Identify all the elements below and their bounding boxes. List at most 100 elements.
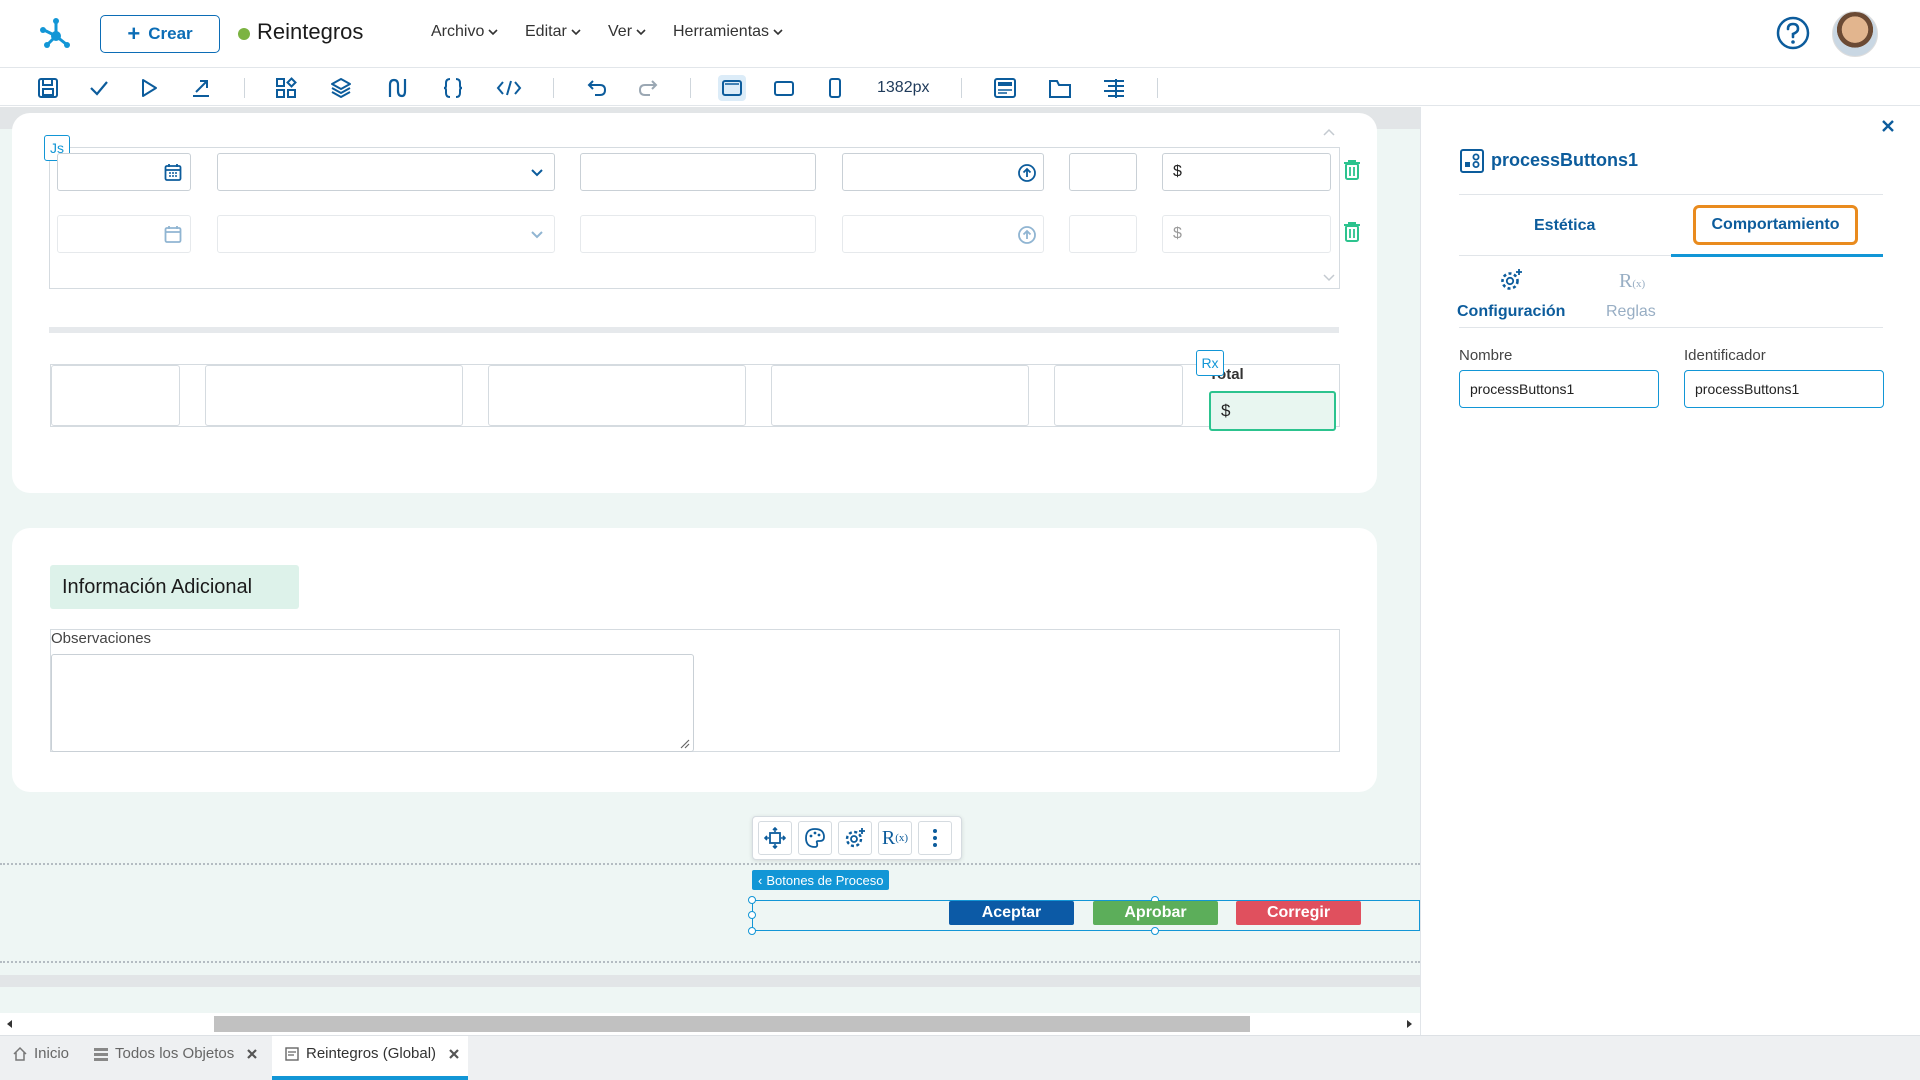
menu-editar[interactable]: Editar — [525, 23, 581, 41]
tab-inicio[interactable]: Inicio — [12, 1045, 69, 1062]
currency-input[interactable]: $ — [1162, 215, 1331, 253]
tab-estetica[interactable]: Estética — [1534, 217, 1595, 235]
export-icon[interactable] — [187, 75, 215, 101]
calendar-icon[interactable] — [164, 163, 182, 182]
scrollbar-thumb[interactable] — [214, 1016, 1250, 1032]
toolbar-divider — [690, 78, 691, 98]
resize-handle[interactable] — [748, 927, 756, 935]
redo-icon[interactable] — [634, 75, 662, 101]
section-title: Información Adicional — [50, 565, 299, 609]
menu-herramientas[interactable]: Herramientas — [673, 23, 783, 41]
subtab-reglas[interactable]: Reglas — [1606, 303, 1656, 321]
create-button[interactable]: + Crear — [100, 15, 220, 53]
resize-handle[interactable] — [748, 911, 756, 919]
canvas-bottom-strip — [0, 975, 1420, 987]
chevron-down-icon — [636, 28, 646, 35]
tab-reintegros-global-label[interactable]: Reintegros (Global) — [284, 1045, 460, 1062]
save-icon[interactable] — [34, 75, 62, 101]
trash-icon[interactable] — [1342, 159, 1362, 181]
panel-title: processButtons1 — [1491, 150, 1639, 170]
undo-icon[interactable] — [583, 75, 611, 101]
close-icon[interactable] — [246, 1048, 258, 1060]
gear-icon[interactable] — [1498, 267, 1524, 293]
tab-todos-los-objetos[interactable]: Todos los Objetos — [93, 1045, 258, 1062]
chevron-down-icon — [531, 231, 543, 239]
currency-input[interactable]: $ — [1162, 153, 1331, 191]
date-input[interactable] — [57, 215, 191, 253]
chevron-up-icon[interactable] — [1322, 127, 1336, 137]
upload-input[interactable] — [842, 153, 1044, 191]
trash-icon[interactable] — [1342, 221, 1362, 243]
text-input[interactable] — [580, 215, 816, 253]
toolbar-divider — [553, 78, 554, 98]
total-cell — [205, 365, 463, 426]
subtab-configuracion[interactable]: Configuración — [1457, 303, 1565, 321]
rules-icon[interactable]: R(x) — [878, 821, 912, 855]
tabs-icon[interactable] — [1046, 75, 1074, 101]
resize-handle[interactable] — [1151, 927, 1159, 935]
chevron-down-icon — [773, 28, 783, 35]
tablet-view-icon[interactable] — [770, 75, 798, 101]
upload-input[interactable] — [842, 215, 1044, 253]
date-input[interactable] — [57, 153, 191, 191]
widgets-icon[interactable] — [272, 75, 300, 101]
close-icon[interactable] — [448, 1048, 460, 1060]
total-currency-input[interactable]: $ — [1209, 391, 1336, 431]
total-cell — [488, 365, 746, 426]
avatar[interactable] — [1832, 11, 1878, 57]
process-buttons-tag[interactable]: ‹ Botones de Proceso — [752, 870, 890, 890]
corregir-button[interactable]: Corregir — [1236, 901, 1361, 925]
menu-ver[interactable]: Ver — [608, 23, 646, 41]
resize-handle-icon[interactable] — [680, 739, 690, 749]
code-icon[interactable] — [495, 75, 523, 101]
question-circle-icon[interactable] — [1776, 16, 1810, 50]
align-icon[interactable] — [1100, 75, 1128, 101]
header-icon[interactable] — [991, 75, 1019, 101]
panel-divider — [1459, 194, 1883, 195]
nombre-input[interactable]: processButtons1 — [1459, 370, 1659, 408]
identificador-label: Identificador — [1684, 347, 1766, 364]
tab-comportamiento[interactable]: Comportamiento — [1693, 205, 1858, 245]
upload-icon[interactable] — [1017, 163, 1037, 183]
braces-icon[interactable] — [439, 75, 467, 101]
observaciones-textarea[interactable] — [51, 654, 694, 752]
play-icon[interactable] — [135, 75, 163, 101]
flow-icon[interactable] — [382, 75, 410, 101]
mobile-view-icon[interactable] — [821, 75, 849, 101]
section-divider — [49, 327, 1339, 333]
number-input[interactable] — [1069, 215, 1137, 253]
toolbar-divider — [961, 78, 962, 98]
select-dropdown[interactable] — [217, 215, 555, 253]
chevron-down-icon — [488, 28, 498, 35]
upload-icon[interactable] — [1017, 225, 1037, 245]
text-input[interactable] — [580, 153, 816, 191]
aprobar-button[interactable]: Aprobar — [1093, 901, 1218, 925]
gear-icon[interactable] — [838, 821, 872, 855]
design-canvas[interactable]: Js $ $ Total Rx $ Información Adicional … — [0, 107, 1420, 1020]
app-logo[interactable] — [36, 14, 76, 54]
identificador-input[interactable]: processButtons1 — [1684, 370, 1884, 408]
more-vertical-icon[interactable] — [918, 821, 952, 855]
band-bottom-border — [0, 961, 1420, 963]
desktop-view-icon[interactable] — [718, 75, 746, 101]
palette-icon[interactable] — [798, 821, 832, 855]
toolbar-divider — [244, 78, 245, 98]
properties-panel — [1420, 107, 1920, 1035]
select-dropdown[interactable] — [217, 153, 555, 191]
chevron-down-icon — [571, 28, 581, 35]
layers-icon[interactable] — [327, 75, 355, 101]
close-icon[interactable] — [1880, 118, 1896, 134]
aceptar-button[interactable]: Aceptar — [949, 901, 1074, 925]
move-icon[interactable] — [758, 821, 792, 855]
calendar-icon[interactable] — [164, 225, 182, 244]
scroll-left-icon[interactable] — [4, 1018, 16, 1030]
list-icon — [94, 1047, 108, 1061]
rules-icon[interactable]: R(x) — [1619, 270, 1645, 293]
resize-handle[interactable] — [748, 896, 756, 904]
chevron-down-icon[interactable] — [1322, 273, 1336, 283]
menu-archivo[interactable]: Archivo — [431, 23, 498, 41]
rx-badge[interactable]: Rx — [1196, 350, 1224, 376]
check-icon[interactable] — [85, 75, 113, 101]
number-input[interactable] — [1069, 153, 1137, 191]
scroll-right-icon[interactable] — [1403, 1018, 1415, 1030]
